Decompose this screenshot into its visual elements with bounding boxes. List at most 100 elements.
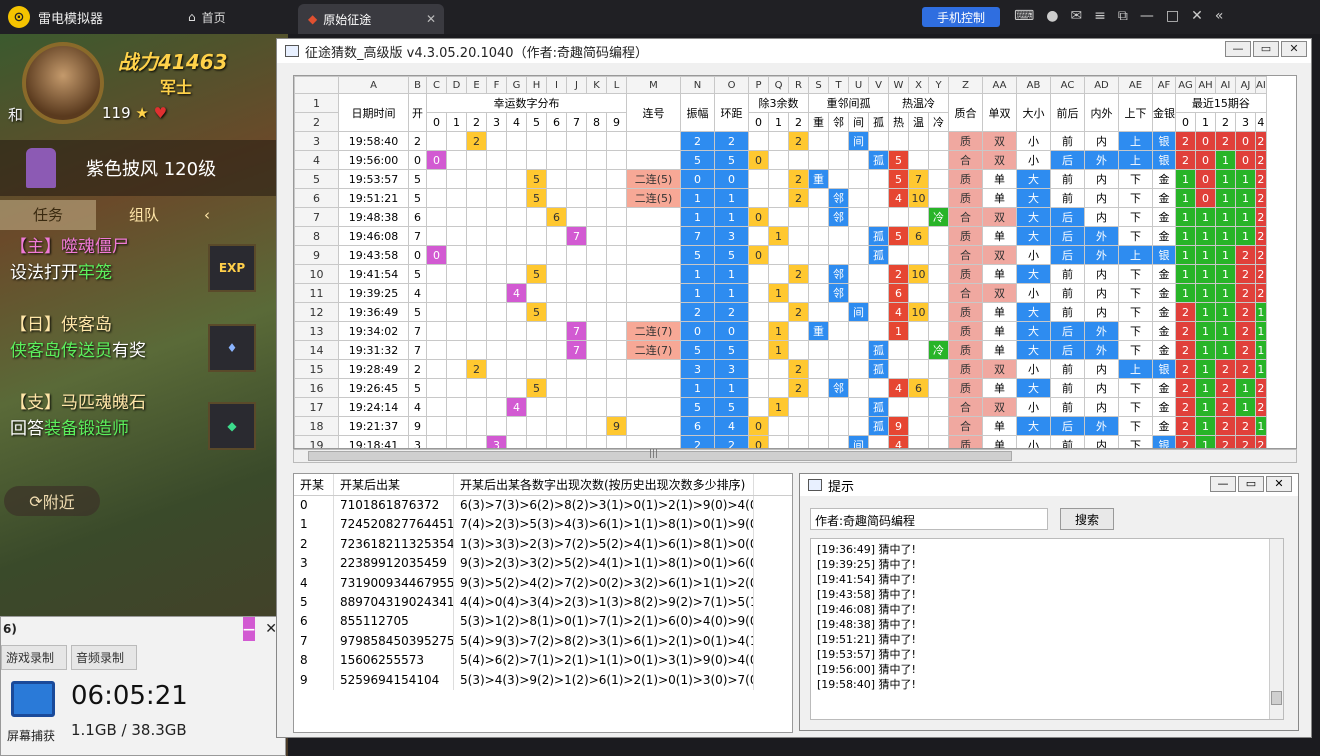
digit-cell[interactable] (606, 321, 627, 341)
col-letter[interactable]: O (714, 76, 749, 94)
recent-cell[interactable]: 2 (1175, 131, 1196, 151)
prime-cell[interactable]: 质 (948, 321, 983, 341)
recent-cell[interactable]: 2 (1235, 283, 1256, 303)
author-input[interactable]: 作者:奇趣简码编程 (810, 508, 1048, 530)
search-button[interactable]: 搜索 (1060, 508, 1114, 530)
parity-cell[interactable]: 双 (982, 245, 1017, 265)
mod-mark[interactable]: 0 (748, 150, 769, 170)
neighbor-cell[interactable] (848, 264, 869, 284)
updown-cell[interactable]: 下 (1118, 188, 1153, 208)
digit-cell[interactable] (526, 435, 547, 448)
hot-cell[interactable] (908, 245, 929, 265)
quest-main[interactable]: 【主】噬魂僵尸 设法打开牢笼 (10, 234, 129, 286)
digit-cell[interactable] (426, 378, 447, 398)
front-back-cell[interactable]: 前 (1050, 397, 1085, 417)
hot-cell[interactable] (928, 416, 949, 436)
digit-cell[interactable] (566, 169, 587, 189)
digit-cell[interactable] (426, 435, 447, 448)
minimize-icon[interactable]: — (243, 617, 255, 641)
recent-cell[interactable]: 1 (1195, 302, 1216, 322)
open-cell[interactable]: 0 (408, 245, 427, 265)
mod-cell[interactable] (788, 397, 809, 417)
col-letter[interactable]: R (788, 76, 809, 94)
recent-cell[interactable]: 2 (1255, 188, 1267, 208)
digit-mark[interactable]: 2 (466, 131, 487, 151)
recent-cell[interactable]: 1 (1255, 340, 1267, 360)
col-letter[interactable]: AI (1255, 76, 1267, 94)
neighbor-cell[interactable] (808, 131, 829, 151)
hot-cell[interactable] (908, 207, 929, 227)
prime-cell[interactable]: 质 (948, 226, 983, 246)
updown-cell[interactable]: 下 (1118, 169, 1153, 189)
recent-cell[interactable]: 2 (1215, 359, 1236, 379)
digit-cell[interactable] (486, 283, 507, 303)
goldsilver-cell[interactable]: 金 (1152, 207, 1176, 227)
hot-cell[interactable] (908, 340, 929, 360)
digit-cell[interactable] (466, 283, 487, 303)
inout-cell[interactable]: 内 (1084, 397, 1119, 417)
lian-cell[interactable] (626, 283, 681, 303)
open-cell[interactable]: 2 (408, 359, 427, 379)
hot-mark[interactable]: 4 (888, 188, 909, 208)
amplitude-cell[interactable]: 2 (680, 435, 715, 448)
front-back-cell[interactable]: 后 (1050, 340, 1085, 360)
open-cell[interactable]: 5 (408, 169, 427, 189)
vertical-scrollbar[interactable] (1297, 93, 1307, 449)
restore-button[interactable]: ▭ (1238, 476, 1264, 492)
digit-cell[interactable] (486, 169, 507, 189)
recent-cell[interactable]: 1 (1175, 207, 1196, 227)
digit-cell[interactable] (586, 321, 607, 341)
prime-cell[interactable]: 合 (948, 150, 983, 170)
col-letter[interactable]: D (446, 76, 467, 94)
parity-cell[interactable]: 单 (982, 378, 1017, 398)
recent-cell[interactable]: 1 (1235, 226, 1256, 246)
digit-cell[interactable] (506, 264, 527, 284)
size-cell[interactable]: 大 (1016, 302, 1051, 322)
recent-cell[interactable]: 2 (1215, 435, 1236, 448)
open-cell[interactable]: 6 (408, 207, 427, 227)
recent-cell[interactable]: 1 (1235, 188, 1256, 208)
lian-cell[interactable] (626, 207, 681, 227)
recent-cell[interactable]: 0 (1195, 188, 1216, 208)
recent-cell[interactable]: 1 (1215, 245, 1236, 265)
recent-cell[interactable]: 2 (1175, 150, 1196, 170)
col-letter[interactable]: I (546, 76, 567, 94)
time-cell[interactable]: 19:26:45 (338, 378, 409, 398)
prime-cell[interactable]: 质 (948, 131, 983, 151)
digit-cell[interactable] (546, 435, 567, 448)
digit-mark[interactable]: 3 (486, 435, 507, 448)
digit-cell[interactable] (486, 245, 507, 265)
mod-mark[interactable]: 0 (748, 207, 769, 227)
col-letter[interactable]: AB (1016, 76, 1051, 94)
hot-cell[interactable] (888, 359, 909, 379)
time-cell[interactable]: 19:58:40 (338, 131, 409, 151)
front-back-cell[interactable]: 前 (1050, 435, 1085, 448)
updown-cell[interactable]: 上 (1118, 131, 1153, 151)
mod-cell[interactable] (748, 188, 769, 208)
mod-cell[interactable] (748, 131, 769, 151)
digit-cell[interactable] (606, 150, 627, 170)
hot-mark[interactable]: 9 (888, 416, 909, 436)
table-row[interactable]: 8 19:46:08 7 7 7 3 1 孤 5 6 质单大后外下金 1 1 1 1 2 (294, 226, 1267, 246)
recent-cell[interactable]: 2 (1255, 397, 1267, 417)
screen-capture-label[interactable]: 屏幕捕获 (7, 727, 55, 744)
col-letter[interactable]: X (908, 76, 929, 94)
hot-cell[interactable] (908, 359, 929, 379)
size-cell[interactable]: 小 (1016, 150, 1051, 170)
neighbor-mark[interactable]: 重 (808, 321, 829, 341)
neighbor-cell[interactable] (808, 188, 829, 208)
inout-cell[interactable]: 内 (1084, 359, 1119, 379)
table-row[interactable]: 8 15606255573 5(4)>6(2)>7(1)>2(1)>1(1)>0(1… (294, 651, 792, 671)
inout-cell[interactable]: 内 (1084, 378, 1119, 398)
col-letter[interactable]: AI (1215, 76, 1236, 94)
digit-cell[interactable] (426, 131, 447, 151)
digit-cell[interactable] (546, 397, 567, 417)
prime-cell[interactable]: 质 (948, 302, 983, 322)
table-row[interactable]: 0 7101861876372 6(3)>7(3)>6(2)>8(2)>3(1)>0… (294, 496, 792, 516)
digit-cell[interactable] (586, 302, 607, 322)
ring-cell[interactable]: 1 (714, 207, 749, 227)
phone-control-button[interactable]: 手机控制 (922, 7, 1000, 27)
row-number[interactable]: 7 (294, 207, 339, 227)
goldsilver-cell[interactable]: 银 (1152, 359, 1176, 379)
mod-mark[interactable]: 1 (768, 340, 789, 360)
